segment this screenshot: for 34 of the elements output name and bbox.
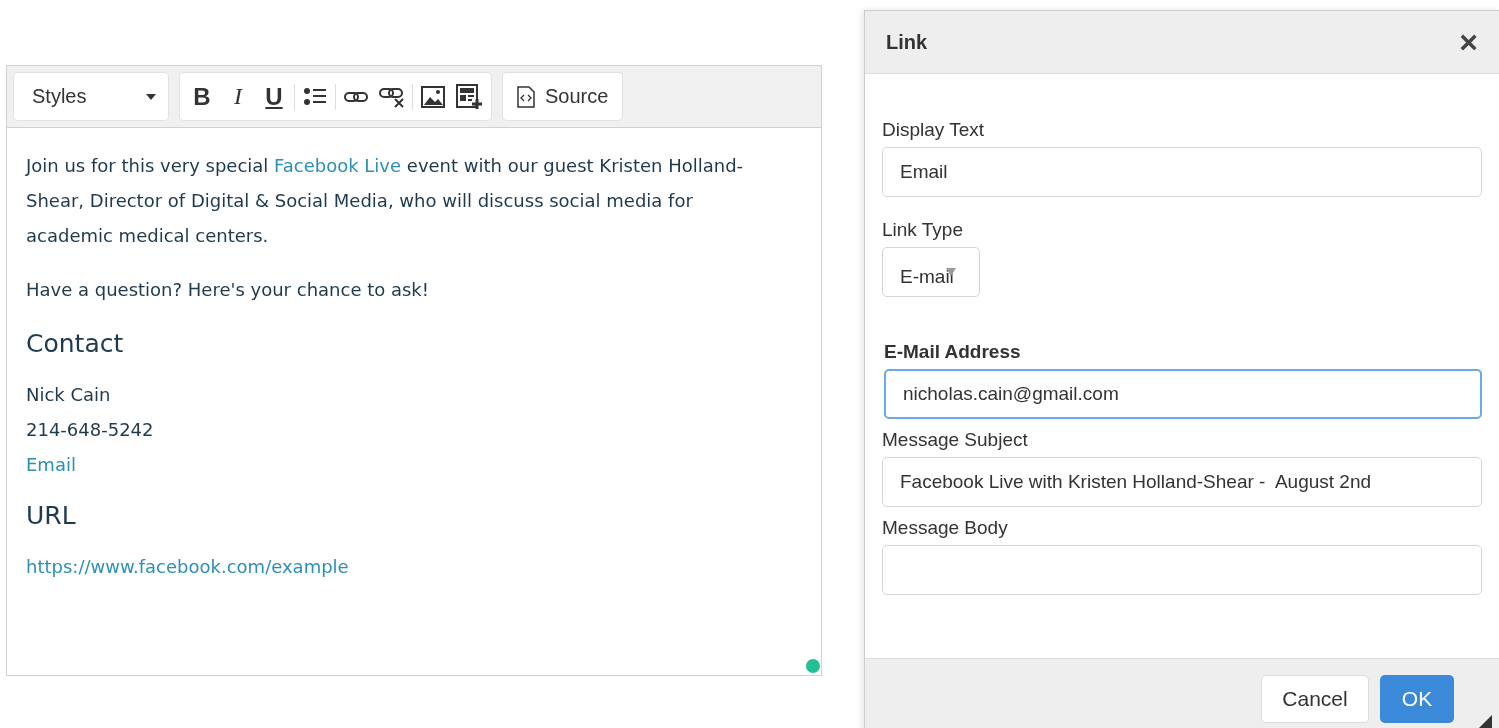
paragraph: Have a question? Here's your chance to ask! <box>26 278 430 302</box>
resize-handle-icon <box>1478 715 1492 728</box>
paragraph: Join us for this very special Facebook Live event with our guest Kristen Holland-Shear, Director of Digital & Social Media, who will discuss social media for academic medical centers. <box>26 154 745 248</box>
status-dot <box>806 659 820 673</box>
text-line: Nick Cain <box>26 383 111 407</box>
section-heading: Contact <box>26 328 125 360</box>
field-label: Message Body <box>882 517 1009 539</box>
image-icon <box>421 85 445 108</box>
dialog-title: Link <box>886 30 928 54</box>
input-field[interactable]: Facebook Live with Kristen Holland-Shear - August 2nd <box>882 457 1482 507</box>
field-label: Message Subject <box>882 429 1029 451</box>
cancel-button[interactable]: Cancel <box>1261 675 1369 723</box>
field-label: Display Text <box>882 119 986 141</box>
section-heading: URL <box>26 500 77 532</box>
field-label: E-Mail Address <box>884 341 1022 363</box>
caret-icon <box>146 93 156 100</box>
link[interactable]: https://www.facebook.com/example <box>26 549 349 584</box>
ok-button[interactable]: OK <box>1380 675 1454 723</box>
field-label: Link Type <box>882 219 964 241</box>
input-field[interactable]: nicholas.cain@gmail.com <box>884 369 1482 419</box>
underline-button[interactable]: U <box>256 78 292 115</box>
text-line: 214-648-5242 <box>26 418 154 442</box>
input-field[interactable]: Email <box>882 147 1482 197</box>
code-file-icon <box>517 85 535 108</box>
unlink-icon <box>378 85 406 108</box>
close-button[interactable]: × <box>1459 26 1478 58</box>
link[interactable]: Email <box>26 447 76 482</box>
bold-button[interactable]: B <box>184 78 220 115</box>
input-field[interactable] <box>882 545 1482 595</box>
bulleted-list-icon <box>303 85 327 108</box>
link[interactable]: Facebook Live <box>274 155 402 176</box>
italic-button[interactable]: I <box>220 78 256 115</box>
link-type-select[interactable]: E-mail <box>882 247 980 297</box>
document-plus-icon <box>456 83 482 110</box>
